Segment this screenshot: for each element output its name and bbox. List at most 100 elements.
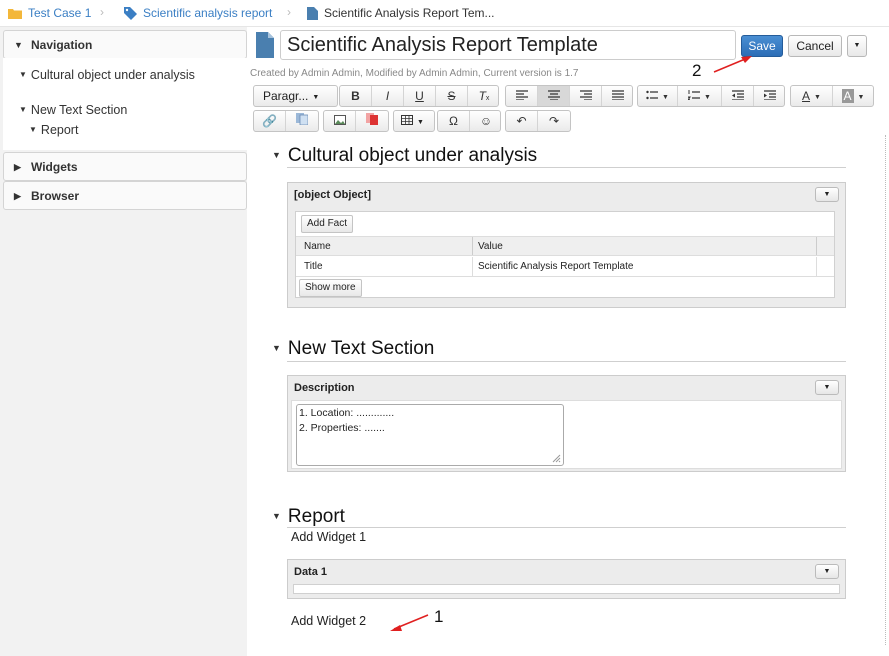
align-center-button[interactable]	[538, 86, 570, 106]
section-title: Report	[287, 506, 345, 527]
table-icon	[401, 115, 413, 125]
undo-button[interactable]: ↶	[506, 111, 538, 131]
show-more-button[interactable]: Show more	[299, 279, 362, 297]
justify-icon	[612, 90, 624, 101]
section-heading-report[interactable]: ▼ Report	[272, 506, 345, 528]
strikethrough-button[interactable]: S	[436, 86, 468, 106]
widget-menu-button[interactable]: ▼	[815, 380, 839, 395]
attachment-button[interactable]	[356, 111, 388, 131]
indent-button[interactable]	[754, 86, 786, 106]
nav-item-report[interactable]: ▼ Report	[29, 123, 78, 137]
list-group: ▼ ▼	[637, 85, 785, 107]
bullet-list-button[interactable]: ▼	[638, 86, 678, 106]
grid-header: Name Value	[296, 236, 834, 256]
media-group	[323, 110, 389, 132]
nav-item-cultural-object[interactable]: ▼ Cultural object under analysis	[19, 68, 195, 82]
nav-item-label: New Text Section	[30, 103, 128, 117]
caret-down-icon: ▼	[417, 119, 424, 126]
breadcrumb-item-report-type[interactable]: Scientific analysis report	[124, 6, 272, 20]
cell-name: Title	[304, 261, 323, 272]
editor-divider	[885, 135, 886, 645]
text-color-icon: A	[802, 89, 811, 103]
bold-button[interactable]: B	[340, 86, 372, 106]
table-button[interactable]: ▼	[393, 110, 435, 132]
alignment-group	[505, 85, 633, 107]
add-widget-2-placeholder[interactable]: Add Widget 2	[291, 614, 366, 628]
panel-title: Navigation	[31, 38, 93, 52]
tag-icon	[124, 6, 137, 20]
caret-down-icon: ▼	[853, 42, 861, 49]
add-widget-1-placeholder[interactable]: Add Widget 1	[291, 530, 366, 544]
section-heading-new-text[interactable]: ▼ New Text Section	[272, 338, 434, 360]
italic-button[interactable]: I	[372, 86, 404, 106]
browser-panel-header[interactable]: ▶ Browser	[3, 181, 247, 210]
link-group: 🔗	[253, 110, 319, 132]
document-icon	[307, 6, 318, 20]
background-color-icon: A	[841, 89, 854, 103]
text-color-button[interactable]: A ▼	[791, 86, 833, 106]
panel-title: Widgets	[31, 160, 78, 174]
remove-format-button[interactable]: Tx	[468, 86, 500, 106]
nav-item-new-text-section[interactable]: ▼ New Text Section	[19, 103, 127, 117]
widget-menu-button[interactable]: ▼	[815, 564, 839, 579]
section-title: Cultural object under analysis	[287, 145, 538, 166]
widget-menu-button[interactable]: ▼	[815, 187, 839, 202]
navigation-panel-header[interactable]: ▼ Navigation	[3, 30, 247, 59]
caret-down-icon: ▼	[272, 150, 281, 160]
column-header-value[interactable]: Value	[478, 241, 503, 252]
section-divider	[287, 167, 846, 168]
indent-icon	[764, 90, 776, 101]
align-right-button[interactable]	[570, 86, 602, 106]
breadcrumb-item-current: Scientific Analysis Report Tem...	[307, 6, 495, 20]
add-fact-button[interactable]: Add Fact	[301, 215, 354, 233]
description-textarea[interactable]: 1. Location: ............. 2. Properties…	[296, 404, 564, 466]
column-header-name[interactable]: Name	[304, 241, 331, 252]
document-link-button[interactable]	[286, 111, 318, 131]
section-title: New Text Section	[287, 338, 435, 359]
format-dropdown[interactable]: Paragr... ▼	[253, 85, 338, 107]
more-actions-button[interactable]: ▼	[847, 35, 867, 57]
link-button[interactable]: 🔗	[254, 111, 286, 131]
outdent-button[interactable]	[722, 86, 754, 106]
pdf-icon	[366, 113, 378, 125]
special-char-button[interactable]: Ω	[438, 111, 470, 131]
widgets-panel-header[interactable]: ▶ Widgets	[3, 152, 247, 181]
align-left-button[interactable]	[506, 86, 538, 106]
description-line: 2. Properties: .......	[299, 422, 385, 434]
document-title-input[interactable]: Scientific Analysis Report Template	[280, 30, 736, 60]
bullet-list-icon	[646, 90, 659, 100]
caret-down-icon: ▼	[272, 511, 281, 521]
underline-button[interactable]: U	[404, 86, 436, 106]
breadcrumb-item-test-case[interactable]: Test Case 1	[8, 6, 91, 20]
caret-down-icon: ▼	[823, 191, 831, 198]
annotation-arrow-icon	[390, 614, 429, 631]
resize-handle-icon[interactable]	[552, 454, 561, 463]
nav-item-label: Report	[40, 123, 79, 137]
caret-down-icon: ▼	[312, 94, 320, 101]
breadcrumb-label: Scientific analysis report	[143, 6, 273, 20]
caret-right-icon: ▶	[14, 162, 21, 172]
emoji-button[interactable]: ☺	[470, 111, 502, 131]
section-heading-cultural-object[interactable]: ▼ Cultural object under analysis	[272, 145, 537, 167]
align-left-icon	[515, 90, 528, 101]
caret-down-icon: ▼	[814, 94, 821, 101]
redo-button[interactable]: ↷	[538, 111, 570, 131]
caret-down-icon: ▼	[19, 70, 27, 79]
data-widget: Data 1 ▼	[287, 559, 846, 599]
background-color-button[interactable]: A ▼	[833, 86, 873, 106]
sidebar: ▼ Navigation ▼ Cultural object under anal…	[0, 27, 247, 656]
image-button[interactable]	[324, 111, 356, 131]
table-row[interactable]: Title Scientific Analysis Report Templat…	[296, 257, 834, 277]
caret-down-icon: ▼	[857, 94, 865, 101]
justify-button[interactable]	[602, 86, 634, 106]
chevron-right-icon: ›	[100, 5, 104, 19]
history-group: ↶ ↷	[505, 110, 571, 132]
cell-value: Scientific Analysis Report Template	[478, 261, 634, 272]
undo-icon: ↶	[516, 114, 527, 128]
facts-widget: [object Object] ▼ Add Fact Name Value Ti…	[287, 182, 846, 308]
caret-down-icon: ▼	[662, 94, 669, 101]
cancel-button[interactable]: Cancel	[788, 35, 842, 57]
image-icon	[333, 115, 346, 125]
breadcrumb-label: Test Case 1	[28, 6, 92, 20]
numbered-list-button[interactable]: ▼	[678, 86, 722, 106]
